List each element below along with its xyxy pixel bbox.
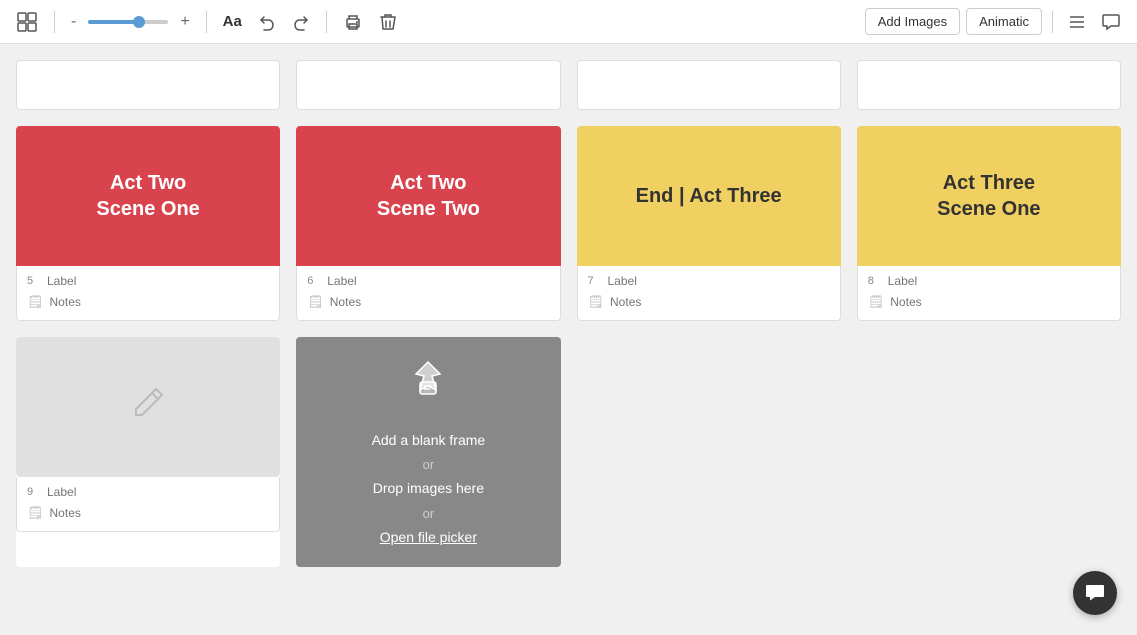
card-5-label-input[interactable] bbox=[47, 274, 269, 288]
drop-zone-icon bbox=[402, 354, 454, 416]
card-8-meta: 8 🗒 bbox=[857, 266, 1121, 321]
divider-1 bbox=[54, 11, 55, 33]
card-6-meta: 6 🗒 bbox=[296, 266, 560, 321]
redo-button[interactable] bbox=[288, 9, 314, 35]
card-5-notes-icon: 🗒 bbox=[27, 294, 44, 310]
drop-zone-card: Add a blank frame or Drop images here or… bbox=[296, 337, 560, 567]
empty-slot-4 bbox=[857, 337, 1121, 567]
divider-4 bbox=[1052, 11, 1053, 33]
list-view-icon[interactable] bbox=[1063, 8, 1091, 36]
card-9-number: 9 bbox=[27, 486, 41, 498]
drop-zone-or-1: or bbox=[372, 453, 486, 476]
card-9-meta: 9 🗒 bbox=[16, 477, 280, 532]
card-5-number: 5 bbox=[27, 275, 41, 287]
drop-zone-or-2: or bbox=[372, 502, 486, 525]
drop-zone-drop-text: Drop images here bbox=[372, 476, 486, 501]
card-6: Act Two Scene Two 6 🗒 bbox=[296, 126, 560, 321]
partial-card-4 bbox=[857, 60, 1121, 110]
card-9-notes-input[interactable] bbox=[50, 506, 270, 520]
font-button[interactable]: Aa bbox=[219, 11, 246, 32]
card-7-image[interactable]: End | Act Three bbox=[577, 126, 841, 266]
card-7-notes-icon: 🗒 bbox=[588, 294, 605, 310]
card-9: 9 🗒 bbox=[16, 337, 280, 567]
card-8-number: 8 bbox=[868, 275, 882, 287]
zoom-in-button[interactable]: + bbox=[176, 11, 193, 33]
card-7-label-input[interactable] bbox=[608, 274, 830, 288]
card-5-notes-row: 🗒 bbox=[27, 294, 269, 310]
card-6-label-row: 6 bbox=[307, 274, 549, 288]
print-icon[interactable] bbox=[339, 8, 367, 36]
card-5-image[interactable]: Act Two Scene One bbox=[16, 126, 280, 266]
card-7: End | Act Three 7 🗒 bbox=[577, 126, 841, 321]
card-5-notes-input[interactable] bbox=[50, 295, 270, 309]
card-8-title: Act Three Scene One bbox=[937, 170, 1040, 222]
card-6-notes-input[interactable] bbox=[330, 295, 550, 309]
main-content: Act Two Scene One 5 🗒 Act Two Scene Two bbox=[0, 44, 1137, 635]
card-8-notes-row: 🗒 bbox=[868, 294, 1110, 310]
card-9-notes-icon: 🗒 bbox=[27, 505, 44, 521]
divider-3 bbox=[326, 11, 327, 33]
drop-zone[interactable]: Add a blank frame or Drop images here or… bbox=[296, 337, 560, 567]
card-8-image[interactable]: Act Three Scene One bbox=[857, 126, 1121, 266]
card-5: Act Two Scene One 5 🗒 bbox=[16, 126, 280, 321]
card-8-label-row: 8 bbox=[868, 274, 1110, 288]
card-8-label-input[interactable] bbox=[888, 274, 1110, 288]
chat-fab-button[interactable] bbox=[1073, 571, 1117, 615]
card-7-notes-input[interactable] bbox=[610, 295, 830, 309]
open-file-picker-link[interactable]: Open file picker bbox=[372, 525, 486, 550]
partial-cards-row bbox=[16, 60, 1121, 110]
bottom-row: 9 🗒 bbox=[16, 337, 1121, 567]
cards-row-1: Act Two Scene One 5 🗒 Act Two Scene Two bbox=[16, 126, 1121, 321]
drop-zone-text: Add a blank frame or Drop images here or… bbox=[372, 428, 486, 550]
card-8-notes-input[interactable] bbox=[890, 295, 1110, 309]
card-8: Act Three Scene One 8 🗒 bbox=[857, 126, 1121, 321]
toolbar-left: - + Aa bbox=[12, 7, 857, 37]
zoom-slider[interactable] bbox=[88, 20, 168, 24]
card-7-notes-row: 🗒 bbox=[588, 294, 830, 310]
toolbar-right: Add Images Animatic bbox=[865, 8, 1125, 36]
divider-2 bbox=[206, 11, 207, 33]
toolbar: - + Aa bbox=[0, 0, 1137, 44]
trash-icon[interactable] bbox=[375, 8, 401, 36]
partial-card-1 bbox=[16, 60, 280, 110]
card-6-image[interactable]: Act Two Scene Two bbox=[296, 126, 560, 266]
grid-view-icon[interactable] bbox=[12, 7, 42, 37]
drop-zone-main-text: Add a blank frame bbox=[372, 428, 486, 453]
card-9-label-input[interactable] bbox=[47, 485, 269, 499]
comments-icon[interactable] bbox=[1097, 8, 1125, 36]
animatic-button[interactable]: Animatic bbox=[966, 8, 1042, 35]
add-images-button[interactable]: Add Images bbox=[865, 8, 960, 35]
card-5-title: Act Two Scene One bbox=[96, 170, 199, 222]
card-9-label-row: 9 bbox=[27, 485, 269, 499]
card-6-notes-row: 🗒 bbox=[307, 294, 549, 310]
zoom-out-button[interactable]: - bbox=[67, 11, 80, 33]
card-8-notes-icon: 🗒 bbox=[868, 294, 885, 310]
card-6-label-input[interactable] bbox=[327, 274, 549, 288]
card-9-notes-row: 🗒 bbox=[27, 505, 269, 521]
card-7-label-row: 7 bbox=[588, 274, 830, 288]
empty-slot-3 bbox=[577, 337, 841, 567]
card-6-notes-icon: 🗒 bbox=[307, 294, 324, 310]
pencil-icon bbox=[128, 383, 168, 431]
card-5-meta: 5 🗒 bbox=[16, 266, 280, 321]
card-6-title: Act Two Scene Two bbox=[377, 170, 480, 222]
card-5-label-row: 5 bbox=[27, 274, 269, 288]
card-6-number: 6 bbox=[307, 275, 321, 287]
partial-card-3 bbox=[577, 60, 841, 110]
card-9-blank-frame[interactable] bbox=[16, 337, 280, 477]
partial-card-2 bbox=[296, 60, 560, 110]
card-7-title: End | Act Three bbox=[636, 183, 782, 209]
card-7-number: 7 bbox=[588, 275, 602, 287]
undo-button[interactable] bbox=[254, 9, 280, 35]
card-7-meta: 7 🗒 bbox=[577, 266, 841, 321]
